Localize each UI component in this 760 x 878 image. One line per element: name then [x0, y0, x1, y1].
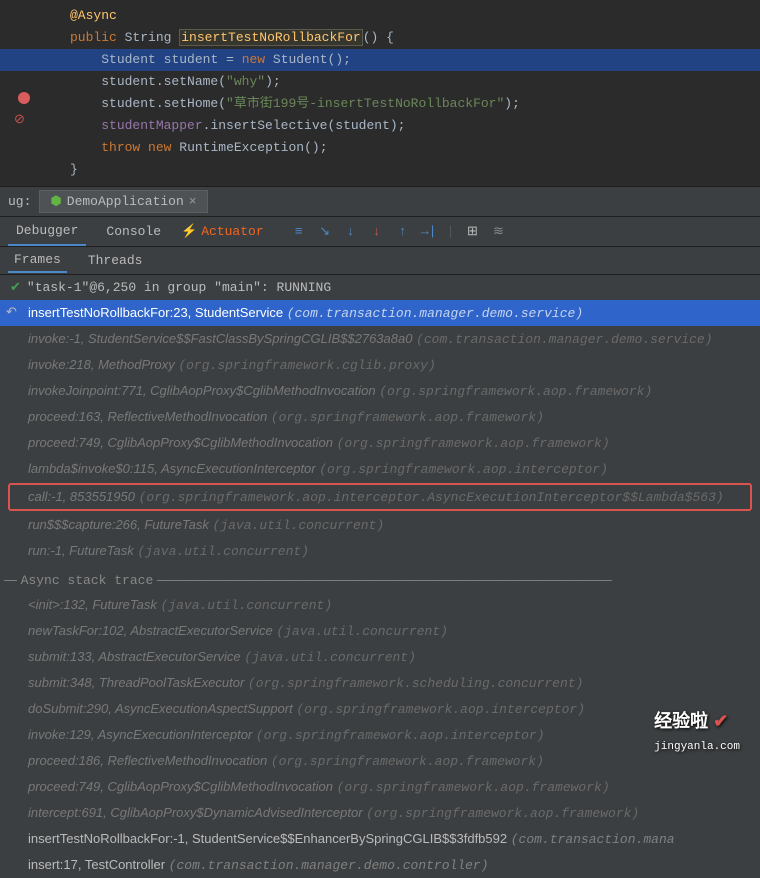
stack-frame[interactable]: ↶insertTestNoRollbackFor:23, StudentServ…: [0, 300, 760, 326]
stack-frame[interactable]: newTaskFor:102, AbstractExecutorService …: [0, 618, 760, 644]
run-config-tab[interactable]: ⬢ DemoApplication ×: [39, 190, 207, 213]
evaluate-icon[interactable]: ⊞: [464, 224, 480, 240]
run-to-cursor-icon[interactable]: →|: [421, 224, 437, 240]
stack-frame[interactable]: <init>:132, FutureTask (java.util.concur…: [0, 592, 760, 618]
stack-frame[interactable]: insert:17, TestController (com.transacti…: [0, 852, 760, 878]
current-execution-line: Student student = new Student();: [0, 49, 760, 71]
close-icon[interactable]: ×: [189, 194, 197, 209]
async-stack-header: — Async stack trace ————————————————————…: [0, 568, 760, 592]
code-editor[interactable]: ⊘ @Async public String insertTestNoRollb…: [0, 0, 760, 186]
force-step-icon[interactable]: ↓: [369, 224, 385, 240]
tab-actuator[interactable]: ⚡Actuator: [181, 224, 264, 239]
step-into-icon[interactable]: ↘: [317, 224, 333, 240]
restore-frame-icon[interactable]: ↶: [6, 302, 17, 323]
tab-threads[interactable]: Threads: [82, 249, 149, 272]
stack-frame-highlighted[interactable]: call:-1, 853551950 (org.springframework.…: [8, 483, 752, 511]
trace-icon[interactable]: ≋: [490, 224, 506, 240]
spring-boot-icon: ⬢: [50, 194, 61, 209]
frames-list[interactable]: ↶insertTestNoRollbackFor:23, StudentServ…: [0, 300, 760, 878]
tab-console[interactable]: Console: [98, 218, 169, 245]
step-over-icon[interactable]: ≡: [291, 224, 307, 240]
stack-frame[interactable]: invokeJoinpoint:771, CglibAopProxy$Cglib…: [0, 378, 760, 404]
tab-debugger[interactable]: Debugger: [8, 217, 86, 246]
actuator-icon: ⚡: [181, 224, 197, 239]
watermark: 经验啦 ✔ jingyanla.com: [654, 707, 740, 754]
debug-tool-tabs: Debugger Console ⚡Actuator ≡ ↘ ↓ ↓ ↑ →| …: [0, 217, 760, 247]
stack-frame[interactable]: proceed:749, CglibAopProxy$CglibMethodIn…: [0, 430, 760, 456]
check-icon: ✔: [10, 280, 21, 295]
method-name: insertTestNoRollbackFor: [179, 29, 362, 46]
stack-frame[interactable]: lambda$invoke$0:115, AsyncExecutionInter…: [0, 456, 760, 482]
step-out-icon[interactable]: ↑: [395, 224, 411, 240]
stack-frame[interactable]: submit:133, AbstractExecutorService (jav…: [0, 644, 760, 670]
stack-frame[interactable]: submit:348, ThreadPoolTaskExecutor (org.…: [0, 670, 760, 696]
error-icon: ⊘: [14, 112, 25, 127]
stack-frame[interactable]: run:-1, FutureTask (java.util.concurrent…: [0, 538, 760, 564]
stack-frame[interactable]: proceed:163, ReflectiveMethodInvocation …: [0, 404, 760, 430]
step-into-deep-icon[interactable]: ↓: [343, 224, 359, 240]
stack-frame[interactable]: run$$$capture:266, FutureTask (java.util…: [0, 512, 760, 538]
frames-threads-tabs: Frames Threads: [0, 247, 760, 275]
debug-config-bar: ug: ⬢ DemoApplication ×: [0, 186, 760, 217]
stack-frame[interactable]: invoke:218, MethodProxy (org.springframe…: [0, 352, 760, 378]
breakpoint-icon[interactable]: [18, 92, 30, 104]
stack-frame[interactable]: doSubmit:290, AsyncExecutionAspectSuppor…: [0, 696, 760, 722]
stack-frame[interactable]: invoke:-1, StudentService$$FastClassBySp…: [0, 326, 760, 352]
stack-frame[interactable]: invoke:129, AsyncExecutionInterceptor (o…: [0, 722, 760, 748]
tab-frames[interactable]: Frames: [8, 248, 67, 273]
stack-frame[interactable]: proceed:749, CglibAopProxy$CglibMethodIn…: [0, 774, 760, 800]
thread-status[interactable]: ✔ "task-1"@6,250 in group "main": RUNNIN…: [0, 275, 760, 300]
stack-frame[interactable]: intercept:691, CglibAopProxy$DynamicAdvi…: [0, 800, 760, 826]
annotation: @Async: [70, 8, 117, 23]
stack-frame[interactable]: insertTestNoRollbackFor:-1, StudentServi…: [0, 826, 760, 852]
stack-frame[interactable]: proceed:186, ReflectiveMethodInvocation …: [0, 748, 760, 774]
